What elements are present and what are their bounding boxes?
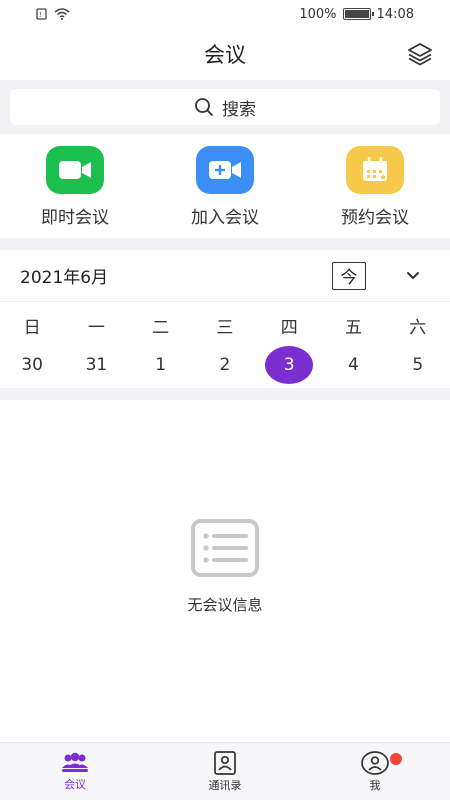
date-number: 1 — [155, 355, 167, 375]
calendar-month: 2021年6月 — [20, 268, 109, 288]
video-camera-icon — [46, 146, 104, 194]
tab-contacts[interactable]: 通讯录 — [150, 743, 300, 800]
status-left: ! — [36, 8, 70, 20]
user-profile-icon — [361, 750, 389, 775]
date-cell[interactable]: 31 — [64, 344, 128, 386]
date-number: 5 — [412, 355, 424, 375]
empty-list-icon — [191, 519, 259, 577]
today-button[interactable]: 今 — [332, 261, 366, 290]
calendar-icon — [346, 146, 404, 194]
tab-meetings[interactable]: 会议 — [0, 743, 150, 800]
people-group-icon — [62, 752, 88, 772]
sim-icon: ! — [36, 8, 47, 20]
section-divider — [0, 238, 450, 250]
status-bar: ! 100% 14:08 — [0, 0, 450, 28]
bottom-tab-bar: 会议 通讯录 我 — [0, 742, 450, 800]
join-meeting-button[interactable]: 加入会议 — [155, 146, 295, 228]
date-number: 30 — [21, 355, 43, 375]
weekday-label: 日 — [23, 317, 41, 338]
tab-contacts-label: 通讯录 — [208, 778, 242, 792]
date-number: 4 — [348, 355, 359, 375]
status-right: 100% 14:08 — [299, 7, 414, 22]
weekday-label: 四 — [280, 317, 298, 338]
instant-meeting-button[interactable]: 即时会议 — [5, 146, 145, 228]
date-cell-selected[interactable]: 3 — [257, 344, 321, 386]
schedule-meeting-label: 预约会议 — [341, 208, 409, 228]
quick-actions: 即时会议 加入会议 预约会议 — [0, 134, 450, 238]
weekday-label: 三 — [216, 317, 234, 338]
date-cell[interactable]: 5 — [386, 344, 450, 386]
weekday-row: 日 一 二 三 四 五 六 — [0, 308, 450, 342]
date-number: 31 — [85, 355, 108, 375]
chevron-down-icon[interactable] — [404, 267, 422, 285]
weekday-label: 五 — [344, 317, 362, 338]
tab-me[interactable]: 我 — [300, 743, 450, 800]
instant-meeting-label: 即时会议 — [41, 208, 109, 228]
battery-percent: 100% — [299, 6, 337, 22]
battery-icon — [342, 8, 374, 20]
date-cell[interactable]: 4 — [321, 344, 385, 386]
contacts-book-icon — [214, 750, 236, 775]
date-cell[interactable]: 2 — [193, 344, 257, 386]
join-camera-icon — [196, 146, 254, 194]
svg-text:!: ! — [39, 11, 42, 19]
notification-badge — [390, 753, 402, 765]
weekday-label: 一 — [87, 317, 105, 338]
search-input[interactable]: 搜索 — [10, 89, 440, 125]
empty-state: 无会议信息 — [0, 518, 450, 615]
tab-me-label: 我 — [369, 778, 381, 792]
tab-meetings-label: 会议 — [64, 777, 86, 791]
search-label: 搜索 — [222, 99, 256, 120]
empty-state-text: 无会议信息 — [187, 596, 263, 614]
calendar-header: 2021年6月 今 — [0, 250, 450, 302]
date-cell[interactable]: 30 — [0, 344, 64, 386]
date-cell[interactable]: 1 — [129, 344, 193, 386]
search-icon — [195, 98, 213, 116]
weekday-label: 六 — [409, 317, 427, 338]
join-meeting-label: 加入会议 — [191, 208, 259, 228]
date-number: 3 — [265, 346, 314, 384]
date-number: 2 — [219, 355, 231, 375]
schedule-meeting-button[interactable]: 预约会议 — [305, 146, 445, 228]
search-section: 搜索 — [0, 80, 450, 134]
page-title: 会议 — [204, 43, 246, 67]
wifi-icon — [54, 8, 70, 20]
date-row: 30 31 1 2 3 4 5 — [0, 344, 450, 386]
layers-icon[interactable] — [406, 40, 434, 68]
today-label: 今 — [340, 268, 358, 288]
title-bar: 会议 — [0, 28, 450, 80]
clock: 14:08 — [376, 6, 414, 22]
section-divider — [0, 388, 450, 400]
weekday-label: 二 — [152, 317, 170, 338]
